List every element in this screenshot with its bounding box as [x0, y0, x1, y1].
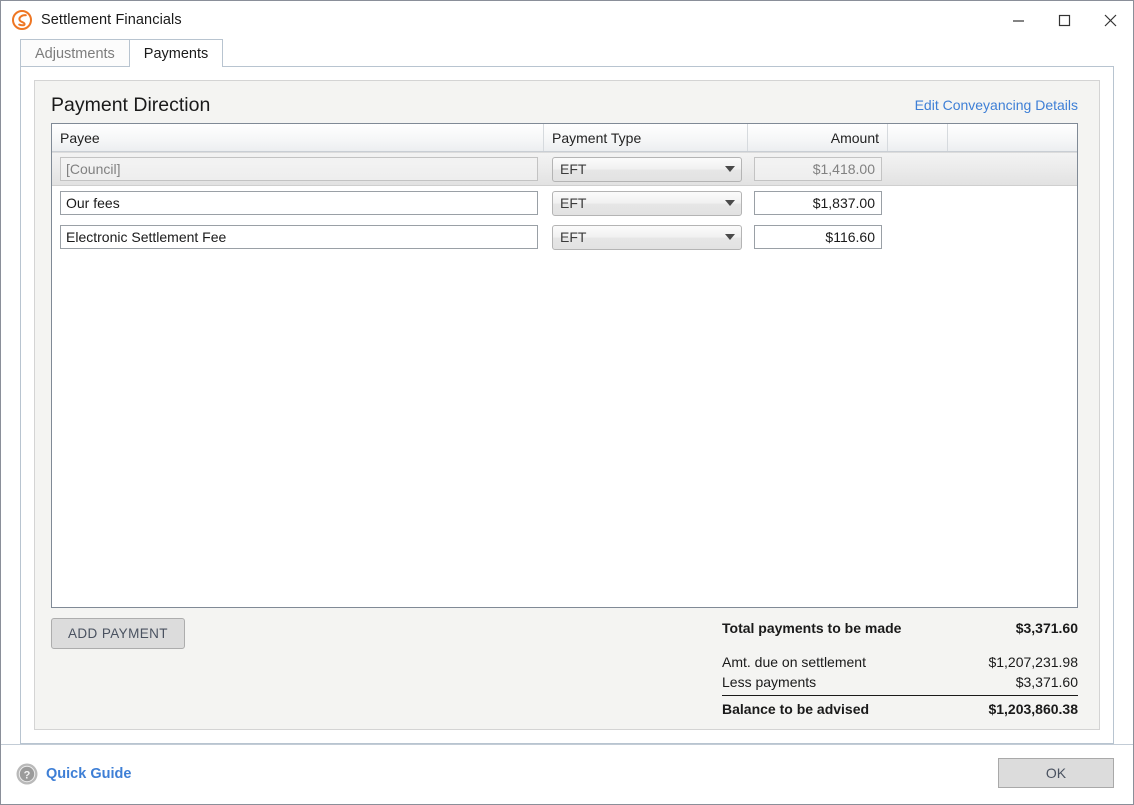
tab-panel-payments: Payment Direction Edit Conveyancing Deta… — [20, 66, 1114, 744]
balance-label: Balance to be advised — [722, 699, 869, 719]
column-header-amount[interactable]: Amount — [748, 124, 888, 151]
payment-direction-panel: Payment Direction Edit Conveyancing Deta… — [34, 80, 1100, 730]
column-header-extra-1[interactable] — [888, 124, 948, 151]
payment-type-dropdown[interactable]: EFT — [552, 225, 742, 250]
tab-payments-label: Payments — [144, 46, 208, 62]
grid-header-row: Payee Payment Type Amount — [52, 124, 1077, 152]
amount-due-value: $1,207,231.98 — [988, 652, 1078, 672]
column-header-payment-type[interactable]: Payment Type — [544, 124, 748, 151]
ok-button[interactable]: OK — [998, 758, 1114, 788]
total-payments-row: Total payments to be made $3,371.60 — [722, 618, 1078, 638]
chevron-down-icon — [719, 234, 741, 240]
cell-payment-type: EFT — [544, 191, 748, 216]
grid-body: EFT — [52, 152, 1077, 607]
cell-amount — [748, 191, 888, 215]
payee-input[interactable] — [60, 157, 538, 181]
table-row[interactable]: EFT — [52, 152, 1077, 186]
less-payments-value: $3,371.60 — [1016, 672, 1078, 692]
help-circle-icon: ? — [15, 762, 39, 786]
totals-summary: Total payments to be made $3,371.60 Amt.… — [722, 618, 1078, 719]
payment-type-value: EFT — [553, 229, 719, 245]
amount-due-label: Amt. due on settlement — [722, 652, 866, 672]
settlement-logo-icon — [11, 9, 33, 31]
table-row[interactable]: EFT — [52, 186, 1077, 220]
bottom-bar: ? Quick Guide OK — [1, 744, 1133, 804]
totals-spacer — [722, 638, 1078, 652]
less-payments-row: Less payments $3,371.60 — [722, 672, 1078, 692]
tab-adjustments-label: Adjustments — [35, 46, 115, 62]
table-row[interactable]: EFT — [52, 220, 1077, 254]
window-title: Settlement Financials — [41, 12, 182, 28]
chevron-down-icon — [719, 200, 741, 206]
balance-value: $1,203,860.38 — [988, 699, 1078, 719]
window-controls — [995, 1, 1133, 39]
add-payment-button[interactable]: ADD PAYMENT — [51, 618, 185, 649]
close-button[interactable] — [1087, 1, 1133, 39]
cell-payee — [52, 225, 544, 249]
total-payments-value: $3,371.60 — [1016, 618, 1078, 638]
cell-amount — [748, 157, 888, 181]
payment-type-value: EFT — [553, 195, 719, 211]
total-payments-label: Total payments to be made — [722, 618, 901, 638]
cell-payment-type: EFT — [544, 225, 748, 250]
amount-due-row: Amt. due on settlement $1,207,231.98 — [722, 652, 1078, 672]
svg-text:?: ? — [24, 770, 31, 782]
page-title: Payment Direction — [51, 95, 210, 115]
payment-type-value: EFT — [553, 161, 719, 177]
tab-strip: Adjustments Payments — [20, 39, 1114, 67]
payment-type-dropdown[interactable]: EFT — [552, 157, 742, 182]
tab-payments[interactable]: Payments — [129, 39, 223, 67]
quick-guide-label: Quick Guide — [46, 766, 131, 782]
amount-input[interactable] — [754, 225, 882, 249]
divider — [1, 744, 1133, 745]
cell-payment-type: EFT — [544, 157, 748, 182]
less-payments-label: Less payments — [722, 672, 816, 692]
payee-input[interactable] — [60, 225, 538, 249]
panel-header: Payment Direction Edit Conveyancing Deta… — [51, 95, 1078, 123]
amount-input[interactable] — [754, 191, 882, 215]
quick-guide-link[interactable]: ? Quick Guide — [15, 762, 131, 786]
balance-row: Balance to be advised $1,203,860.38 — [722, 695, 1078, 719]
payment-type-dropdown[interactable]: EFT — [552, 191, 742, 216]
amount-input[interactable] — [754, 157, 882, 181]
cell-payee — [52, 191, 544, 215]
settlement-financials-window: Settlement Financials Adjustments Paymen… — [0, 0, 1134, 805]
payments-grid: Payee Payment Type Amount EFT — [51, 123, 1078, 608]
cell-amount — [748, 225, 888, 249]
title-bar: Settlement Financials — [1, 1, 1133, 39]
minimize-button[interactable] — [995, 1, 1041, 39]
column-header-extra-2[interactable] — [948, 124, 1077, 151]
panel-footer: ADD PAYMENT Total payments to be made $3… — [51, 608, 1078, 719]
payee-input[interactable] — [60, 191, 538, 215]
chevron-down-icon — [719, 166, 741, 172]
tab-adjustments[interactable]: Adjustments — [20, 39, 130, 67]
edit-conveyancing-details-link[interactable]: Edit Conveyancing Details — [915, 97, 1078, 115]
maximize-button[interactable] — [1041, 1, 1087, 39]
column-header-payee[interactable]: Payee — [52, 124, 544, 151]
cell-payee — [52, 157, 544, 181]
